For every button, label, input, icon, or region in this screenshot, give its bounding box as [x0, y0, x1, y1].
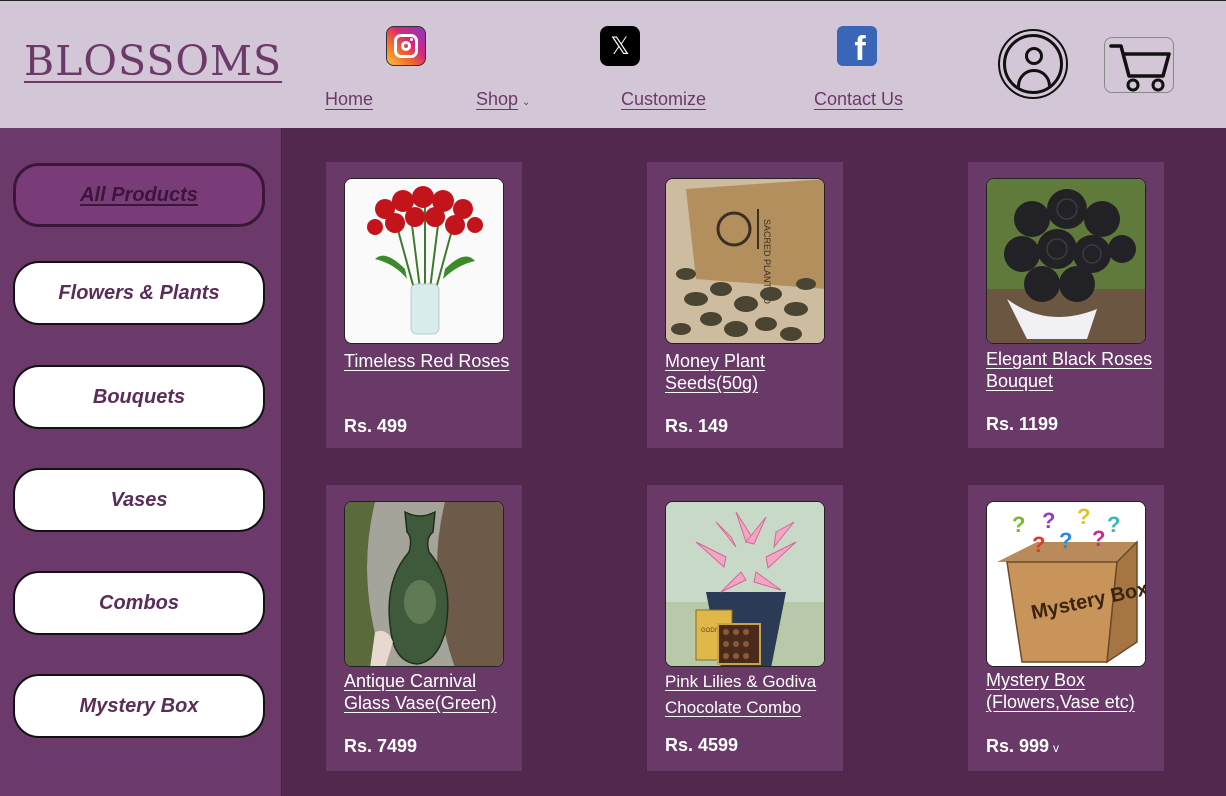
product-image-red-roses[interactable]: [344, 178, 504, 344]
sidebar-item-combos[interactable]: Combos: [13, 571, 265, 635]
product-name[interactable]: Elegant Black Roses Bouquet: [986, 348, 1162, 392]
instagram-icon[interactable]: [386, 26, 426, 66]
sidebar-item-bouquets[interactable]: Bouquets: [13, 365, 265, 429]
product-price: Rs. 4599: [665, 735, 739, 755]
svg-text:?: ?: [1012, 512, 1025, 537]
nav-shop[interactable]: Shop ⌄: [476, 89, 530, 110]
nav-contact-us[interactable]: Contact Us: [814, 89, 903, 110]
sidebar-item-flowers-plants[interactable]: Flowers & Plants: [13, 261, 265, 325]
product-price: Rs. 7499: [344, 736, 418, 756]
svg-text:?: ?: [1059, 528, 1072, 553]
product-card[interactable]: Timeless Red Roses Rs. 499: [326, 162, 522, 448]
product-price: Rs. 499: [344, 416, 408, 436]
product-image-mystery-box[interactable]: Mystery Box ??? ??? ?: [986, 501, 1146, 667]
user-account-icon[interactable]: [998, 29, 1068, 99]
chevron-down-icon[interactable]: v: [1053, 741, 1059, 755]
svg-text:?: ?: [1042, 508, 1055, 533]
product-image-green-vase[interactable]: [344, 501, 504, 667]
product-price: Rs. 1199: [986, 414, 1059, 434]
product-card[interactable]: Elegant Black Roses Bouquet Rs. 1199: [968, 162, 1164, 448]
svg-text:?: ?: [1032, 532, 1045, 557]
product-card[interactable]: Antique Carnival Glass Vase(Green) Rs. 7…: [326, 485, 522, 771]
logo[interactable]: BLOSSOMS: [24, 37, 282, 85]
product-name[interactable]: Antique Carnival Glass Vase(Green): [344, 670, 520, 714]
product-price-value: Rs. 999: [986, 736, 1050, 756]
product-name[interactable]: Money Plant Seeds(50g): [665, 350, 841, 394]
header: BLOSSOMS 𝕏 f Home Shop ⌄ Customize Contac…: [0, 0, 1226, 128]
svg-text:?: ?: [1077, 504, 1090, 529]
product-name[interactable]: Mystery Box (Flowers,Vase etc): [986, 669, 1162, 713]
product-image-black-roses[interactable]: [986, 178, 1146, 344]
svg-text:?: ?: [1092, 526, 1105, 551]
product-image-lilies-chocolate[interactable]: GODIVA: [665, 501, 825, 667]
product-card[interactable]: Mystery Box ??? ??? ? Mystery Box (Flowe…: [968, 485, 1164, 771]
x-icon[interactable]: 𝕏: [600, 26, 640, 66]
product-price: Rs. 149: [665, 416, 729, 436]
product-image-seeds[interactable]: SACRED PLANT CO: [665, 178, 825, 344]
product-price: Rs. 999 v: [986, 736, 1059, 757]
sidebar-item-all-products[interactable]: All Products: [13, 163, 265, 227]
sidebar-item-vases[interactable]: Vases: [13, 468, 265, 532]
product-card[interactable]: SACRED PLANT CO Money Plant Seeds(50g) R…: [647, 162, 843, 448]
facebook-glyph: f: [854, 29, 866, 68]
nav-customize[interactable]: Customize: [621, 89, 706, 110]
nav-shop-label: Shop: [476, 89, 519, 109]
product-card[interactable]: GODIVA Pink Lilies & Godiva Chocolate Co…: [647, 485, 843, 771]
facebook-icon[interactable]: f: [837, 26, 877, 68]
category-sidebar: All Products Flowers & Plants Bouquets V…: [0, 128, 282, 796]
product-name[interactable]: Pink Lilies & Godiva Chocolate Combo: [665, 669, 841, 721]
x-glyph: 𝕏: [610, 32, 630, 60]
nav-home[interactable]: Home: [325, 89, 373, 110]
chevron-down-icon: ⌄: [522, 97, 531, 108]
shopping-cart-icon[interactable]: [1104, 37, 1174, 93]
product-name[interactable]: Timeless Red Roses: [344, 350, 520, 372]
sidebar-item-mystery-box[interactable]: Mystery Box: [13, 674, 265, 738]
svg-text:?: ?: [1107, 512, 1120, 537]
